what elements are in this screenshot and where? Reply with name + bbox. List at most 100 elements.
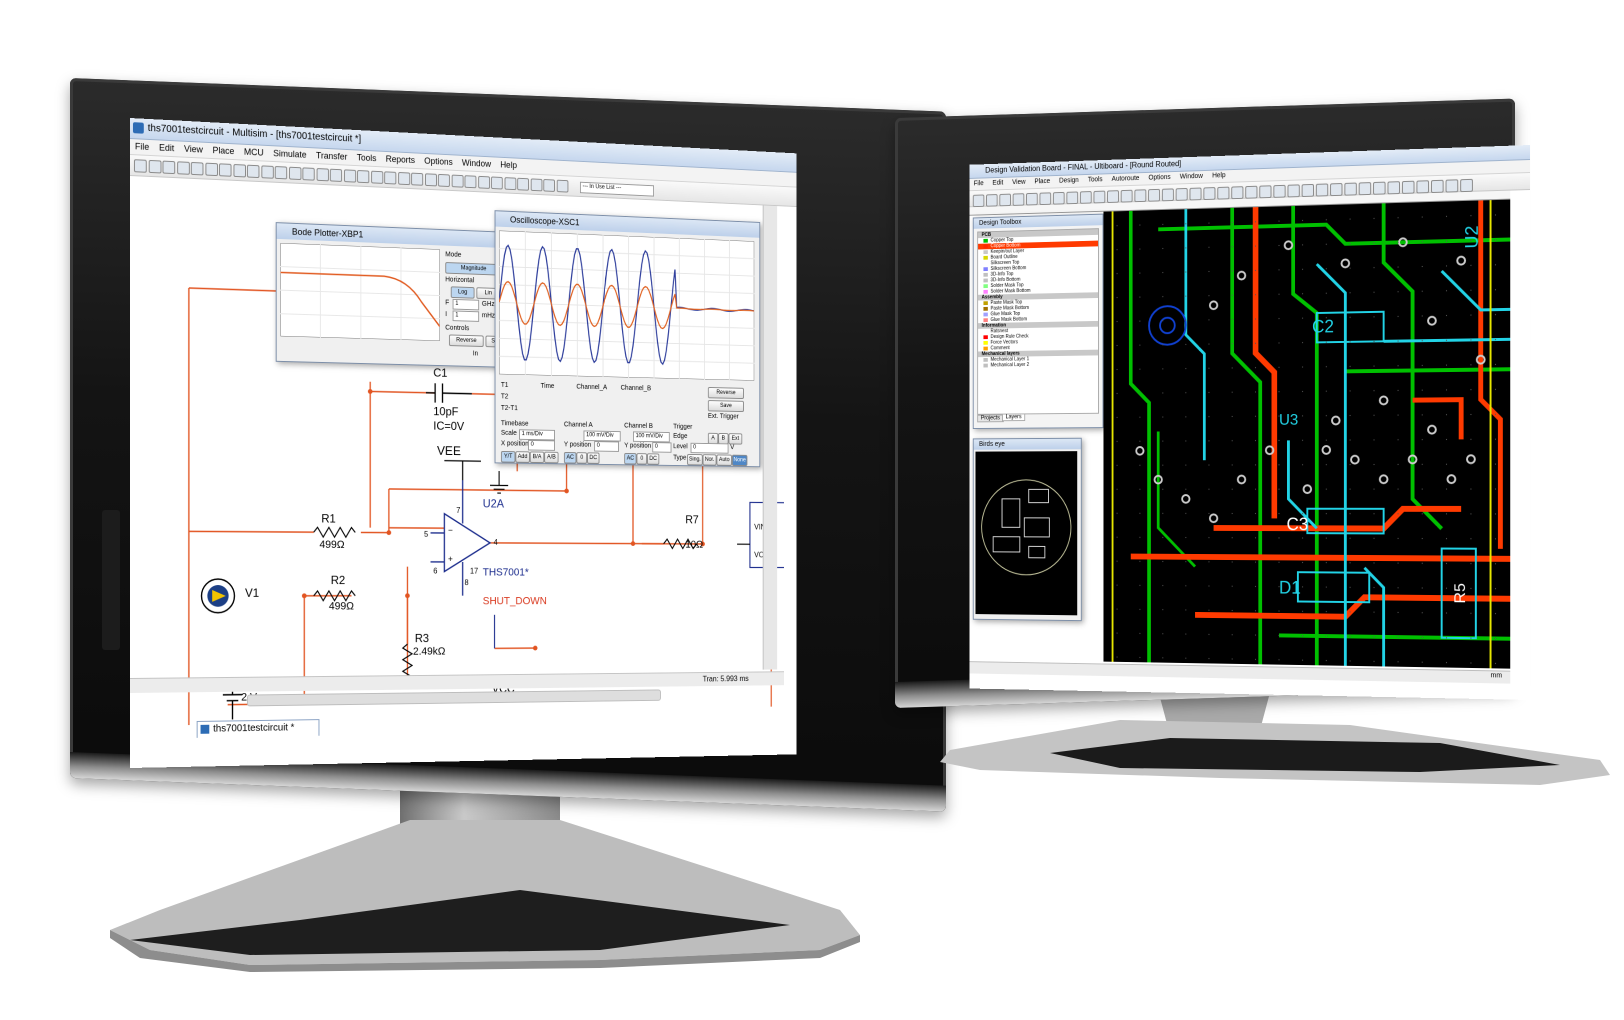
toolbox-tab-layers[interactable]: Layers <box>1002 414 1026 422</box>
bode-plotter-window[interactable]: Bode Plotter-XBP1 Mode Magnitude Horizon… <box>275 222 510 368</box>
toolbar-button-icon[interactable] <box>1301 183 1314 198</box>
toolbar-button-icon[interactable] <box>1445 179 1459 193</box>
ultiboard-menu-help[interactable]: Help <box>1212 172 1225 179</box>
ultiboard-menu-edit[interactable]: Edit <box>993 180 1004 187</box>
toolbar-button-icon[interactable] <box>1401 180 1415 194</box>
bode-i-input[interactable]: 1 <box>452 310 480 322</box>
toolbar-button-icon[interactable] <box>1231 186 1244 200</box>
toolbar-button-icon[interactable] <box>329 168 343 182</box>
toolbar-button-icon[interactable] <box>232 163 246 178</box>
toolbar-button-icon[interactable] <box>133 159 147 173</box>
in-use-list-select[interactable]: --- In Use List --- <box>579 181 655 197</box>
toolbar-button-icon[interactable] <box>397 171 410 186</box>
toolbar-button-icon[interactable] <box>1330 183 1343 197</box>
ultiboard-menu-window[interactable]: Window <box>1180 173 1203 181</box>
toolbar-button-icon[interactable] <box>288 166 301 181</box>
toolbar-button-icon[interactable] <box>1259 185 1272 199</box>
multisim-menu-reports[interactable]: Reports <box>386 154 415 165</box>
toolbar-button-icon[interactable] <box>1460 178 1473 193</box>
multisim-menu-tools[interactable]: Tools <box>357 152 377 163</box>
scope-a-dc-button[interactable]: DC <box>587 452 600 464</box>
toolbar-button-icon[interactable] <box>343 169 356 183</box>
bode-reverse-button[interactable]: Reverse <box>448 334 484 348</box>
multisim-menu-edit[interactable]: Edit <box>159 142 174 153</box>
scope-ypos-b-input[interactable]: 0 <box>652 442 672 453</box>
scope-ypos-a-input[interactable]: 0 <box>594 441 619 452</box>
scope-ba-button[interactable]: B/A <box>529 451 545 464</box>
toolbar-button-icon[interactable] <box>1066 191 1079 205</box>
birds-eye-view[interactable] <box>975 451 1078 616</box>
toolbar-button-icon[interactable] <box>260 165 274 179</box>
toolbar-button-icon[interactable] <box>148 159 162 174</box>
ultiboard-menu-options[interactable]: Options <box>1148 174 1170 181</box>
toolbar-button-icon[interactable] <box>204 162 218 177</box>
birds-eye-panel[interactable]: Birds eye <box>972 437 1082 622</box>
toolbar-button-icon[interactable] <box>556 179 568 193</box>
toolbar-button-icon[interactable] <box>1161 188 1174 202</box>
scope-yt-button[interactable]: Y/T <box>500 450 516 463</box>
ultiboard-menu-design[interactable]: Design <box>1059 177 1079 184</box>
multisim-menu-help[interactable]: Help <box>500 160 517 170</box>
toolbar-button-icon[interactable] <box>1079 191 1092 204</box>
toolbar-button-icon[interactable] <box>357 169 370 184</box>
bode-f-input[interactable]: 1 <box>452 298 480 311</box>
scope-b-zero-button[interactable]: 0 <box>636 453 648 465</box>
scope-auto-button[interactable]: Auto <box>716 454 732 466</box>
toolbar-button-icon[interactable] <box>411 172 424 186</box>
toolbar-button-icon[interactable] <box>1217 186 1230 200</box>
scope-tb-scale-input[interactable]: 1 ms/Div <box>519 429 555 441</box>
instruments-toolbar[interactable] <box>762 205 778 670</box>
toolbar-button-icon[interactable] <box>274 166 288 180</box>
scope-b-dc-button[interactable]: DC <box>647 453 660 465</box>
scope-trig-ext-button[interactable]: Ext <box>728 433 743 445</box>
ultiboard-menu-file[interactable]: File <box>974 180 984 187</box>
toolbar-button-icon[interactable] <box>1189 187 1202 201</box>
toolbar-button-icon[interactable] <box>543 179 555 192</box>
scope-a-zero-button[interactable]: 0 <box>576 452 588 464</box>
toolbox-tab-projects[interactable]: Projects <box>977 414 1004 423</box>
toolbar-button-icon[interactable] <box>246 164 260 179</box>
toolbar-button-icon[interactable] <box>1315 183 1329 197</box>
toolbar-button-icon[interactable] <box>1416 180 1430 194</box>
toolbar-button-icon[interactable] <box>162 160 176 175</box>
scope-ab-button[interactable]: A/B <box>544 451 559 464</box>
layer-row[interactable]: Mechanical Layer 2 <box>978 361 1098 368</box>
scope-xpos-input[interactable]: 0 <box>528 439 555 451</box>
scope-b-ac-button[interactable]: AC <box>624 452 637 465</box>
design-toolbox-panel[interactable]: Design Toolbox PCB Copper Top Copper Botto… <box>972 213 1104 429</box>
toolbar-button-icon[interactable] <box>1175 187 1188 201</box>
scope-cha-scale-input[interactable]: 100 mV/Div <box>583 430 621 442</box>
toolbar-button-icon[interactable] <box>504 177 516 191</box>
scope-a-ac-button[interactable]: AC <box>563 451 577 464</box>
toolbar-button-icon[interactable] <box>1373 181 1386 195</box>
multisim-menu-window[interactable]: Window <box>462 158 491 169</box>
toolbar-button-icon[interactable] <box>316 168 329 182</box>
document-tab[interactable]: ths7001testcircuit * <box>196 719 320 738</box>
toolbar-button-icon[interactable] <box>218 163 232 177</box>
toolbar-button-icon[interactable] <box>1052 191 1065 205</box>
scope-reverse-button[interactable]: Reverse <box>707 386 744 400</box>
toolbar-button-icon[interactable] <box>1358 182 1372 196</box>
multisim-menu-file[interactable]: File <box>135 141 149 152</box>
toolbar-button-icon[interactable] <box>477 175 490 189</box>
scope-save-button[interactable]: Save <box>707 400 744 413</box>
scope-chb-scale-input[interactable]: 100 mV/Div <box>633 431 670 443</box>
toolbar-button-icon[interactable] <box>1039 192 1052 206</box>
multisim-menu-simulate[interactable]: Simulate <box>273 148 306 159</box>
toolbar-button-icon[interactable] <box>999 193 1011 207</box>
toolbar-button-icon[interactable] <box>986 194 998 207</box>
scope-normal-button[interactable]: Nor. <box>702 454 717 466</box>
toolbar-button-icon[interactable] <box>517 177 529 191</box>
toolbar-button-icon[interactable] <box>1273 184 1286 198</box>
toolbar-button-icon[interactable] <box>1203 187 1216 201</box>
multisim-menu-view[interactable]: View <box>184 144 203 155</box>
toolbar-button-icon[interactable] <box>972 194 985 208</box>
toolbar-button-icon[interactable] <box>190 161 204 176</box>
layer-tree[interactable]: PCB Copper Top Copper Bottom Keepin/out Lay… <box>977 228 1099 415</box>
toolbar-button-icon[interactable] <box>370 170 383 184</box>
ultiboard-menu-autoroute[interactable]: Autoroute <box>1112 175 1140 183</box>
toolbar-button-icon[interactable] <box>1430 179 1444 194</box>
multisim-menu-mcu[interactable]: MCU <box>244 147 264 158</box>
bode-magnitude-button[interactable]: Magnitude <box>445 262 502 276</box>
toolbar-button-icon[interactable] <box>464 175 477 189</box>
